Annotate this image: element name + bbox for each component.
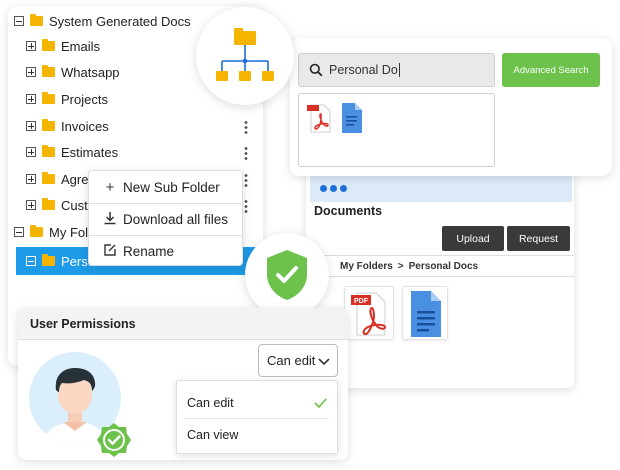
tree-item-customers[interactable]: Custo bbox=[26, 193, 95, 217]
request-button[interactable]: Request bbox=[507, 226, 570, 251]
tree-root-label: System Generated Docs bbox=[49, 13, 191, 29]
verified-badge-icon bbox=[97, 423, 131, 457]
security-badge bbox=[245, 233, 329, 317]
tree-item-label: Projects bbox=[61, 91, 108, 107]
tree-item-label: Invoices bbox=[61, 118, 109, 134]
download-icon bbox=[103, 211, 117, 229]
tree-root[interactable]: System Generated Docs bbox=[14, 9, 191, 33]
tree-item-estimates[interactable]: Estimates bbox=[26, 140, 118, 164]
context-menu: + New Sub Folder Download all files Rena… bbox=[88, 170, 243, 266]
folder-icon bbox=[30, 14, 43, 26]
new-sub-folder-menu-item[interactable]: + New Sub Folder bbox=[89, 171, 242, 203]
tree-item-label: Estimates bbox=[61, 144, 119, 160]
expand-icon[interactable] bbox=[26, 121, 36, 131]
hierarchy-badge bbox=[196, 7, 294, 105]
user-permissions-card: User Permissions Can edit Can edit Can v… bbox=[18, 308, 348, 460]
more-options-icon[interactable] bbox=[244, 173, 248, 187]
tree-item-label: Whatsapp bbox=[61, 64, 120, 80]
folder-icon bbox=[42, 65, 55, 77]
tree-item-label: Emails bbox=[61, 38, 101, 54]
more-options-icon[interactable] bbox=[244, 146, 248, 160]
documents-title: Documents bbox=[314, 204, 383, 218]
expand-icon[interactable] bbox=[26, 94, 36, 104]
tree-item-whatsapp[interactable]: Whatsapp bbox=[26, 60, 120, 84]
download-all-files-menu-item[interactable]: Download all files bbox=[89, 203, 242, 235]
doc-file-icon[interactable] bbox=[339, 102, 365, 134]
folder-icon bbox=[42, 145, 55, 157]
folder-icon bbox=[42, 172, 55, 184]
upload-button[interactable]: Upload bbox=[442, 226, 504, 251]
search-results bbox=[298, 93, 495, 167]
breadcrumb-item[interactable]: Personal Docs bbox=[409, 261, 478, 272]
check-icon bbox=[314, 398, 327, 408]
expand-icon[interactable] bbox=[26, 41, 36, 51]
rename-icon bbox=[103, 243, 117, 261]
tree-item-agreements[interactable]: Agree bbox=[26, 167, 96, 191]
folder-icon bbox=[42, 39, 55, 51]
file-tile[interactable]: PDF bbox=[344, 286, 394, 340]
folder-icon bbox=[42, 119, 55, 131]
option-label: Can edit bbox=[187, 396, 234, 410]
permissions-title: User Permissions bbox=[18, 308, 348, 340]
tree-item-emails[interactable]: Emails bbox=[26, 34, 100, 58]
expand-icon[interactable] bbox=[26, 174, 36, 184]
menu-item-label: Rename bbox=[123, 244, 175, 259]
option-can-view[interactable]: Can view bbox=[177, 419, 337, 451]
search-panel: Personal Do Advanced Search bbox=[290, 38, 612, 176]
folder-icon bbox=[42, 92, 55, 104]
expand-icon[interactable] bbox=[26, 200, 36, 210]
collapse-icon[interactable] bbox=[14, 227, 24, 237]
window-dots-icon bbox=[320, 185, 347, 192]
search-input[interactable]: Personal Do bbox=[298, 53, 495, 87]
plus-icon: + bbox=[105, 178, 115, 196]
permission-select[interactable]: Can edit bbox=[258, 344, 338, 377]
pdf-file-icon[interactable] bbox=[305, 102, 335, 134]
more-options-icon[interactable] bbox=[244, 120, 248, 134]
permission-dropdown: Can edit Can view bbox=[176, 380, 338, 454]
search-icon bbox=[309, 63, 323, 77]
option-label: Can view bbox=[187, 428, 239, 442]
breadcrumb-item[interactable]: My Folders bbox=[340, 261, 393, 272]
tree-item-invoices[interactable]: Invoices bbox=[26, 114, 109, 138]
breadcrumb-separator: > bbox=[397, 260, 404, 272]
expand-icon[interactable] bbox=[26, 147, 36, 157]
panel-header-bar bbox=[310, 176, 572, 202]
folder-icon bbox=[30, 225, 43, 237]
folder-hierarchy-icon bbox=[216, 28, 274, 81]
user-avatar bbox=[29, 352, 131, 457]
permission-select-value: Can edit bbox=[267, 353, 316, 368]
collapse-icon[interactable] bbox=[26, 256, 36, 266]
shield-check-icon bbox=[267, 250, 307, 300]
folder-icon bbox=[42, 198, 55, 210]
doc-file-icon bbox=[411, 291, 441, 337]
breadcrumb: My Folders > Personal Docs bbox=[306, 255, 574, 277]
text-cursor bbox=[398, 63, 400, 77]
pdf-file-icon: PDF bbox=[351, 292, 387, 336]
option-can-edit[interactable]: Can edit bbox=[177, 387, 337, 419]
rename-menu-item[interactable]: Rename bbox=[89, 235, 242, 267]
folder-icon bbox=[42, 254, 55, 266]
menu-item-label: New Sub Folder bbox=[123, 179, 220, 195]
svg-text:PDF: PDF bbox=[354, 298, 369, 305]
more-options-icon[interactable] bbox=[244, 199, 248, 213]
collapse-icon[interactable] bbox=[14, 16, 24, 26]
chevron-down-icon bbox=[318, 358, 330, 366]
search-input-value: Personal Do bbox=[329, 63, 398, 77]
advanced-search-button[interactable]: Advanced Search bbox=[502, 53, 600, 87]
expand-icon[interactable] bbox=[26, 67, 36, 77]
file-tile[interactable] bbox=[402, 286, 448, 340]
menu-item-label: Download all files bbox=[123, 212, 229, 227]
tree-item-projects[interactable]: Projects bbox=[26, 87, 108, 111]
